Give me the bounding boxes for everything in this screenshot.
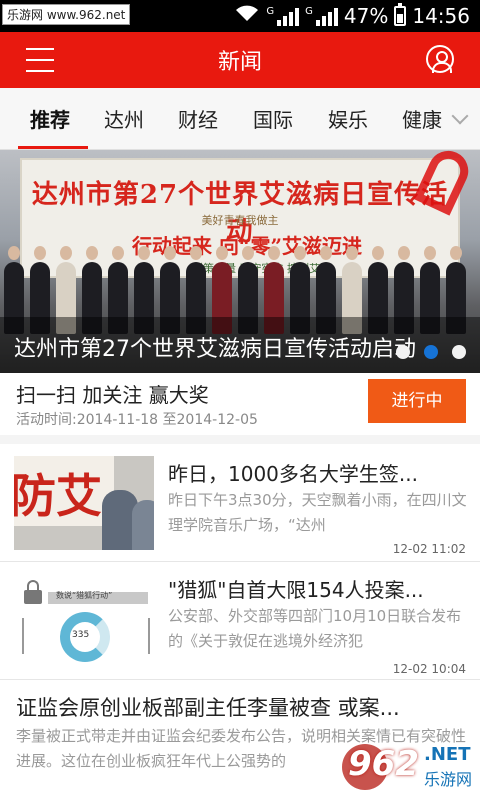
chevron-down-icon bbox=[451, 107, 469, 125]
news-summary: 昨日下午3点30分，天空飘着小雨，在四川文理学院音乐广场，“达州 bbox=[168, 491, 467, 534]
battery-level: 47% bbox=[343, 3, 389, 28]
news-summary: 公安部、外交部等四部门10月10日联合发布的《关于敦促在逃境外经济犯 bbox=[168, 607, 462, 650]
tab-dazhou[interactable]: 达州 bbox=[104, 104, 144, 133]
tab-finance[interactable]: 财经 bbox=[178, 104, 218, 133]
banner-dot[interactable] bbox=[396, 345, 410, 359]
news-title: 昨日，1000多名大学生签... bbox=[168, 462, 418, 486]
tabs-expand-button[interactable] bbox=[444, 88, 480, 149]
news-thumbnail: 防艾 bbox=[14, 456, 154, 550]
tab-entertainment[interactable]: 娱乐 bbox=[328, 104, 368, 133]
banner-dot-active[interactable] bbox=[424, 345, 438, 359]
promo-status-button[interactable]: 进行中 bbox=[368, 379, 466, 423]
logo-number: 962 bbox=[348, 744, 419, 784]
tab-recommended[interactable]: 推荐 bbox=[30, 104, 70, 133]
featured-banner[interactable]: 达州市第27个世界艾滋病日宣传活动 美好青春我做主 行动起来 向“零”艾滋迈进 … bbox=[0, 150, 480, 373]
category-tabs: 推荐 达州 财经 国际 娱乐 健康 bbox=[0, 88, 480, 150]
banner-pagination bbox=[396, 345, 466, 359]
news-title: 证监会原创业板部副主任李量被查 或案... bbox=[16, 696, 400, 720]
banner-sign-subtitle: 美好青春我做主 bbox=[201, 214, 279, 227]
news-item[interactable]: 防艾 昨日，1000多名大学生签... 昨日下午3点30分，天空飘着小雨，在四川… bbox=[0, 444, 480, 562]
logo-net: .NET bbox=[424, 744, 471, 765]
tab-health[interactable]: 健康 bbox=[402, 104, 442, 133]
wifi-icon bbox=[234, 3, 260, 28]
page-title: 新闻 bbox=[217, 50, 262, 75]
promo-card[interactable]: 扫一扫 加关注 赢大奖 活动时间:2014-11-18 至2014-12-05 … bbox=[0, 373, 480, 435]
site-logo-watermark: 962 .NET 乐游网 bbox=[342, 742, 472, 792]
promo-title: 扫一扫 加关注 赢大奖 bbox=[16, 383, 209, 407]
signal-icon: G bbox=[305, 6, 338, 26]
app-bar: 新闻 bbox=[0, 32, 480, 88]
site-watermark: 乐游网 www.962.net bbox=[2, 4, 131, 25]
thumb-number: 335 bbox=[72, 630, 90, 640]
status-icons: G G 47% 14:56 bbox=[234, 2, 470, 28]
news-item[interactable]: 数说“猎狐行动” 335 "猎狐"自首大限154人投案... 公安部、外交部等四… bbox=[0, 562, 480, 680]
thumb-text: 数说“猎狐行动” bbox=[56, 591, 113, 600]
lock-icon bbox=[24, 580, 42, 604]
signal-icon: G bbox=[266, 6, 300, 26]
tab-international[interactable]: 国际 bbox=[253, 104, 293, 133]
news-title: "猎狐"自首大限154人投案... bbox=[168, 578, 424, 602]
news-time: 12-02 10:04 bbox=[392, 662, 466, 676]
battery-icon bbox=[394, 2, 407, 26]
banner-dot[interactable] bbox=[452, 345, 466, 359]
news-time: 12-02 11:02 bbox=[392, 542, 466, 556]
user-icon[interactable] bbox=[426, 45, 454, 73]
clock: 14:56 bbox=[412, 3, 470, 28]
promo-time: 活动时间:2014-11-18 至2014-12-05 bbox=[16, 412, 258, 428]
logo-name: 乐游网 bbox=[424, 770, 473, 789]
news-thumbnail: 数说“猎狐行动” 335 bbox=[14, 574, 154, 668]
status-bar: 乐游网 www.962.net G G 47% 14:56 bbox=[0, 0, 480, 32]
thumb-text: 防艾 bbox=[14, 469, 102, 523]
